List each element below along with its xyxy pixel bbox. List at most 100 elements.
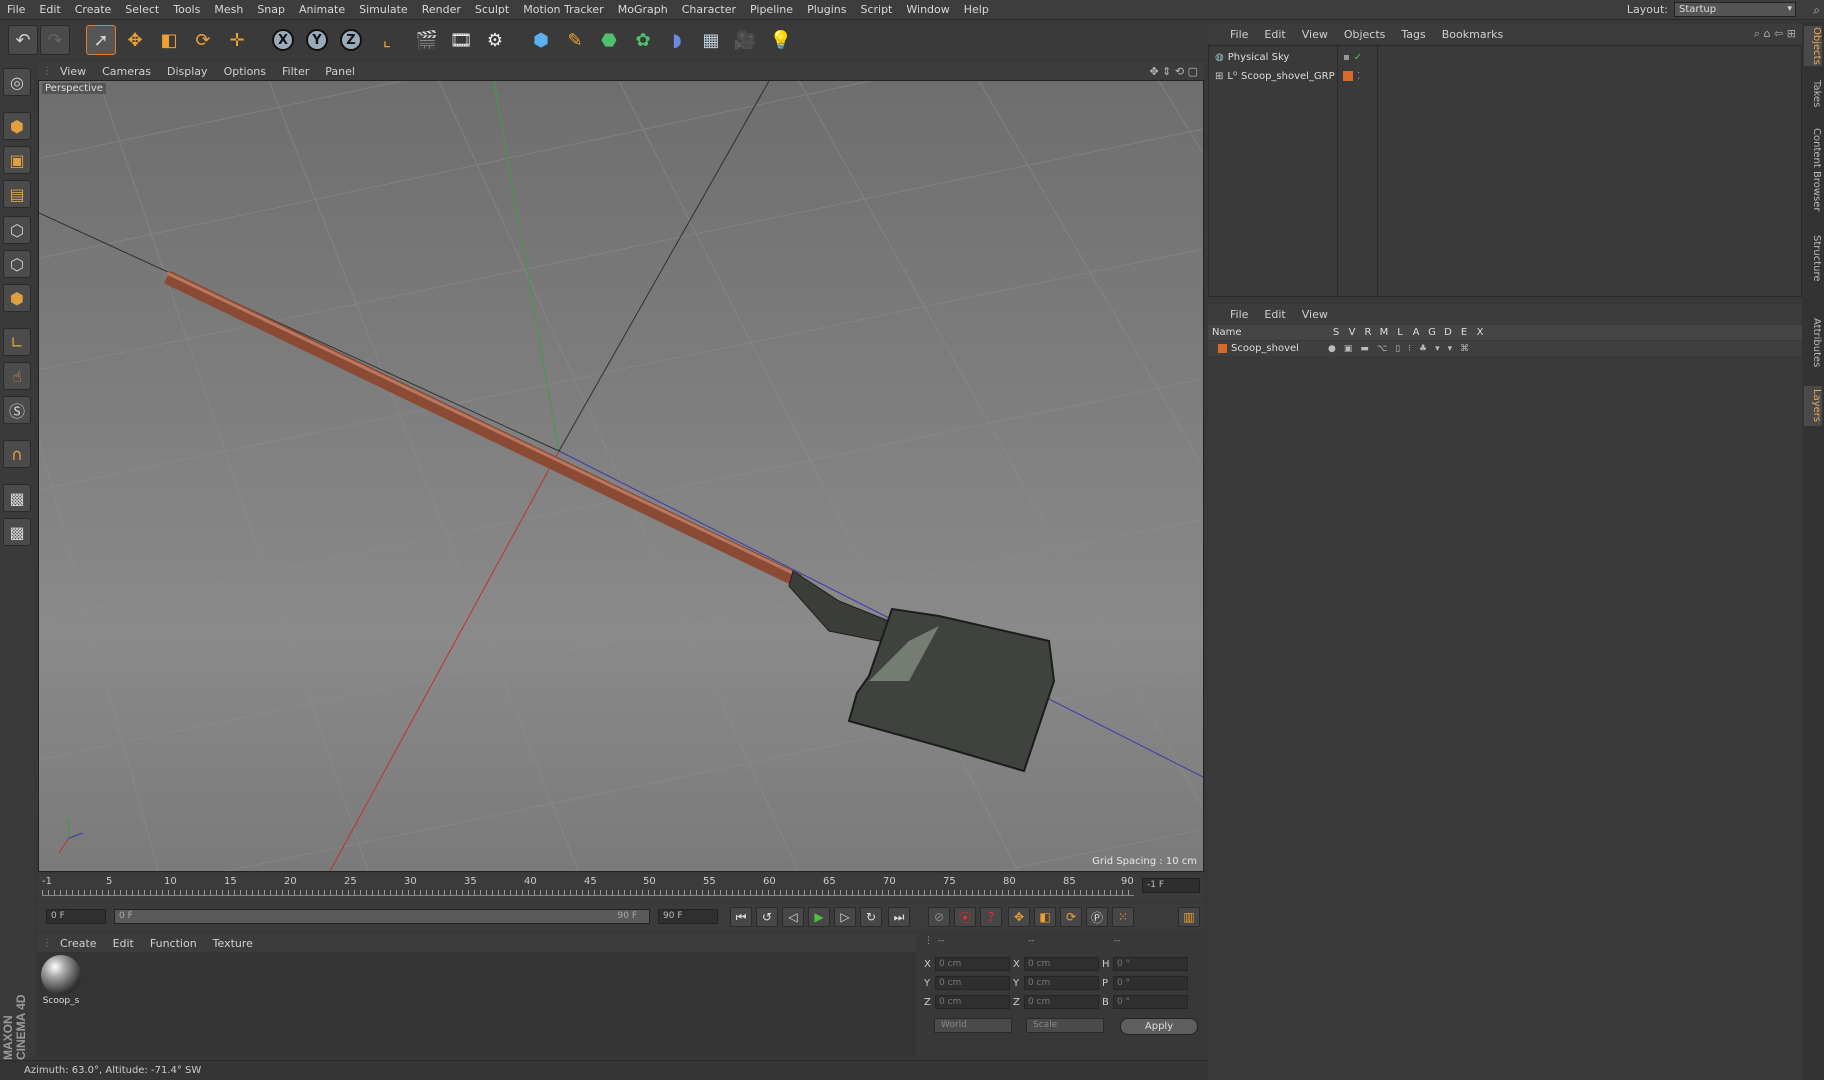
enabled-check-icon[interactable]: ✓ <box>1354 52 1362 63</box>
previous-key-icon[interactable]: ↺ <box>756 907 778 927</box>
layer-color-icon[interactable] <box>1343 71 1353 81</box>
object-menu-objects[interactable]: Objects <box>1336 28 1394 41</box>
menu-plugins[interactable]: Plugins <box>800 0 853 20</box>
menu-help[interactable]: Help <box>957 0 996 20</box>
object-menu-view[interactable]: View <box>1294 28 1336 41</box>
expand-plus-icon[interactable]: ⊞ <box>1215 71 1223 82</box>
menu-animate[interactable]: Animate <box>292 0 352 20</box>
workplane-mode-icon[interactable]: ▤ <box>3 180 31 208</box>
edges-mode-icon[interactable]: ⬡ <box>3 250 31 278</box>
material-menu-edit[interactable]: Edit <box>105 937 142 950</box>
apply-button[interactable]: Apply <box>1120 1018 1198 1035</box>
model-mode-icon[interactable]: ⬢ <box>3 112 31 140</box>
layer-menu-file[interactable]: File <box>1222 308 1256 321</box>
lock-workplane-icon[interactable]: ▩ <box>3 484 31 512</box>
max-frame-field[interactable]: 90 F <box>658 909 718 924</box>
tweak-mode-icon[interactable]: ☝ <box>3 362 31 390</box>
menu-snap[interactable]: Snap <box>250 0 292 20</box>
x-axis-lock-icon[interactable]: X <box>268 25 298 55</box>
magnet-icon[interactable]: ∩ <box>3 440 31 468</box>
start-frame-field[interactable]: 0 F <box>46 909 106 924</box>
polygons-mode-icon[interactable]: ⬢ <box>3 284 31 312</box>
coord-mode-dropdown[interactable]: World <box>934 1018 1012 1033</box>
layer-menu-view[interactable]: View <box>1294 308 1336 321</box>
layer-toggle-icons[interactable]: ●▣▬⌥▯⁝♣▾▾⌘ <box>1328 344 1477 354</box>
viewport-menu-view[interactable]: View <box>52 65 94 78</box>
subdivision-icon[interactable]: ⬣ <box>594 25 624 55</box>
menu-motion-tracker[interactable]: Motion Tracker <box>516 0 610 20</box>
timeline-ruler[interactable]: -1 5 10 15 20 25 30 35 40 45 50 55 60 65… <box>38 874 1204 902</box>
menu-pipeline[interactable]: Pipeline <box>743 0 800 20</box>
y-axis-lock-icon[interactable]: Y <box>302 25 332 55</box>
size-x-field[interactable]: 0 cm <box>1024 957 1099 971</box>
menu-file[interactable]: File <box>0 0 32 20</box>
rotation-h-field[interactable]: 0 ° <box>1113 957 1188 971</box>
frame-range-slider[interactable]: 0 F 90 F <box>114 909 650 924</box>
object-menu-tags[interactable]: Tags <box>1393 28 1433 41</box>
snap-icon[interactable]: Ⓢ <box>3 396 31 424</box>
menu-tools[interactable]: Tools <box>166 0 207 20</box>
floor-icon[interactable]: ▦ <box>696 25 726 55</box>
move-tool-icon[interactable]: ✥ <box>120 25 150 55</box>
menu-mograph[interactable]: MoGraph <box>611 0 675 20</box>
menu-edit[interactable]: Edit <box>32 0 67 20</box>
position-y-field[interactable]: 0 cm <box>935 976 1010 990</box>
object-row[interactable]: ⊞ L⁰ Scoop_shovel_GRP <box>1215 68 1335 84</box>
position-x-field[interactable]: 0 cm <box>935 957 1010 971</box>
recent-tool-icon[interactable]: ✛ <box>222 25 252 55</box>
texture-mode-icon[interactable]: ▣ <box>3 146 31 174</box>
size-z-field[interactable]: 0 cm <box>1024 995 1099 1009</box>
position-z-field[interactable]: 0 cm <box>935 995 1010 1009</box>
coordinate-system-icon[interactable]: ⌞ <box>372 25 402 55</box>
material-swatch[interactable]: Scoop_s <box>41 955 81 1007</box>
menu-window[interactable]: Window <box>899 0 956 20</box>
object-menu-bookmarks[interactable]: Bookmarks <box>1434 28 1511 41</box>
menu-character[interactable]: Character <box>675 0 743 20</box>
material-menu-function[interactable]: Function <box>142 937 205 950</box>
rotation-p-field[interactable]: 0 ° <box>1113 976 1188 990</box>
size-y-field[interactable]: 0 cm <box>1024 976 1099 990</box>
cube-icon[interactable]: ⬢ <box>526 25 556 55</box>
rotation-b-field[interactable]: 0 ° <box>1113 995 1188 1009</box>
render-picture-viewer-icon[interactable]: 🎞 <box>446 25 476 55</box>
viewport-menu-options[interactable]: Options <box>216 65 274 78</box>
viewport-menu-display[interactable]: Display <box>159 65 216 78</box>
tab-attributes[interactable]: Attributes <box>1804 308 1822 378</box>
record-active-icon[interactable]: ⦿ <box>954 907 976 927</box>
object-menu-edit[interactable]: Edit <box>1256 28 1293 41</box>
current-frame-field[interactable]: -1 F <box>1142 878 1200 893</box>
menu-render[interactable]: Render <box>415 0 468 20</box>
key-parameter-icon[interactable]: Ⓟ <box>1086 907 1108 927</box>
tab-structure[interactable]: Structure <box>1804 228 1822 288</box>
object-menu-file[interactable]: File <box>1222 28 1256 41</box>
cloner-icon[interactable]: ✿ <box>628 25 658 55</box>
make-editable-icon[interactable]: ◎ <box>3 68 31 96</box>
tab-takes[interactable]: Takes <box>1804 74 1822 114</box>
camera-icon[interactable]: 🎥 <box>730 25 760 55</box>
timeline-window-icon[interactable]: ▥ <box>1178 907 1200 927</box>
light-icon[interactable]: 💡 <box>766 25 796 55</box>
visibility-dots-icon[interactable]: ⁚ <box>1357 71 1360 82</box>
key-pla-icon[interactable]: ⁙ <box>1112 907 1134 927</box>
tab-objects[interactable]: Objects <box>1804 26 1822 66</box>
record-keys-icon[interactable]: ⊘ <box>928 907 950 927</box>
autokey-icon[interactable]: ? <box>980 907 1002 927</box>
go-to-start-icon[interactable]: ⏮ <box>730 907 752 927</box>
tab-layers[interactable]: Layers <box>1804 386 1822 426</box>
next-key-icon[interactable]: ↻ <box>860 907 882 927</box>
material-menu-create[interactable]: Create <box>52 937 105 950</box>
key-position-icon[interactable]: ✥ <box>1008 907 1030 927</box>
menu-mesh[interactable]: Mesh <box>207 0 250 20</box>
axis-mode-icon[interactable]: ∟ <box>3 328 31 356</box>
viewport-menu-panel[interactable]: Panel <box>317 65 363 78</box>
viewport-menu-filter[interactable]: Filter <box>274 65 317 78</box>
layer-menu-edit[interactable]: Edit <box>1256 308 1293 321</box>
redo-icon[interactable]: ↷ <box>40 25 70 55</box>
points-mode-icon[interactable]: ⬡ <box>3 216 31 244</box>
menu-sculpt[interactable]: Sculpt <box>468 0 516 20</box>
scale-tool-icon[interactable]: ◧ <box>154 25 184 55</box>
key-rotation-icon[interactable]: ⟳ <box>1060 907 1082 927</box>
layer-row[interactable]: Scoop_shovel ●▣▬⌥▯⁝♣▾▾⌘ <box>1208 341 1802 356</box>
3d-viewport[interactable]: Perspective Grid Spacing : 10 cm <box>38 80 1204 872</box>
object-row[interactable]: ◍ Physical Sky <box>1215 49 1289 65</box>
